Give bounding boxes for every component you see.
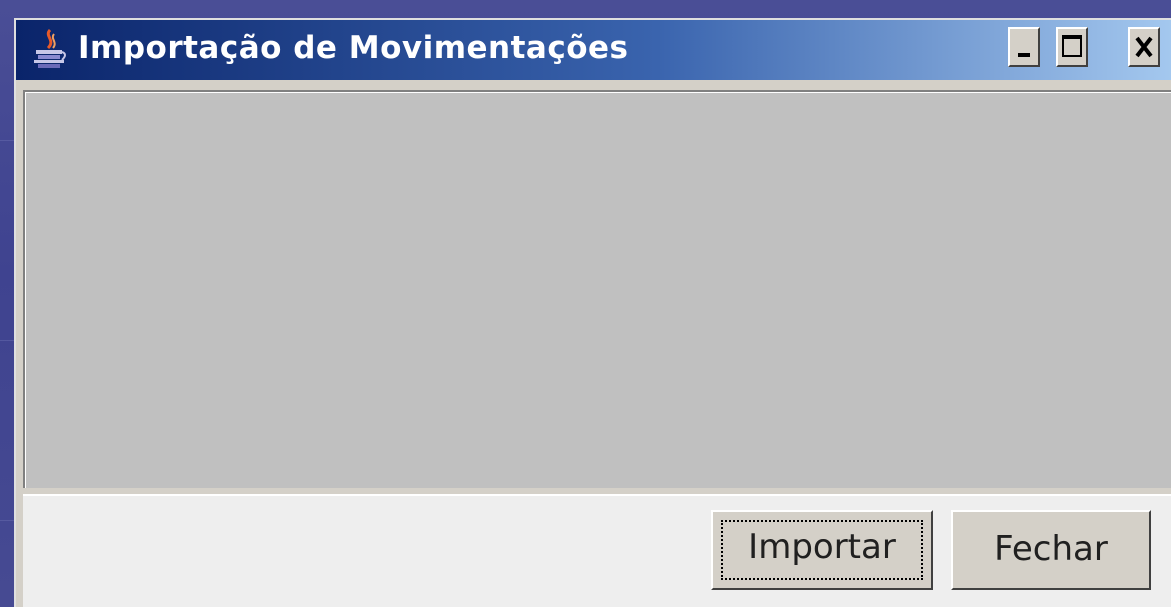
content-panel xyxy=(23,90,1171,488)
close-icon xyxy=(1135,36,1153,58)
title-bar[interactable]: Importação de Movimentações xyxy=(16,20,1171,80)
maximize-icon xyxy=(1062,35,1082,57)
window-title: Importação de Movimentações xyxy=(78,30,629,66)
close-dialog-button-label: Fechar xyxy=(994,529,1108,569)
import-window: Importação de Movimentações Importar Fec… xyxy=(14,18,1171,607)
close-button[interactable] xyxy=(1128,27,1160,67)
import-button-label: Importar xyxy=(748,527,896,567)
close-dialog-button[interactable]: Fechar xyxy=(951,510,1151,590)
minimize-icon xyxy=(1018,53,1030,57)
desktop: { "window": { "title": "Importação de Mo… xyxy=(0,0,1171,607)
maximize-button[interactable] xyxy=(1056,27,1088,67)
import-button[interactable]: Importar xyxy=(711,510,933,590)
java-cup-icon[interactable] xyxy=(30,28,70,72)
minimize-button[interactable] xyxy=(1008,27,1040,67)
